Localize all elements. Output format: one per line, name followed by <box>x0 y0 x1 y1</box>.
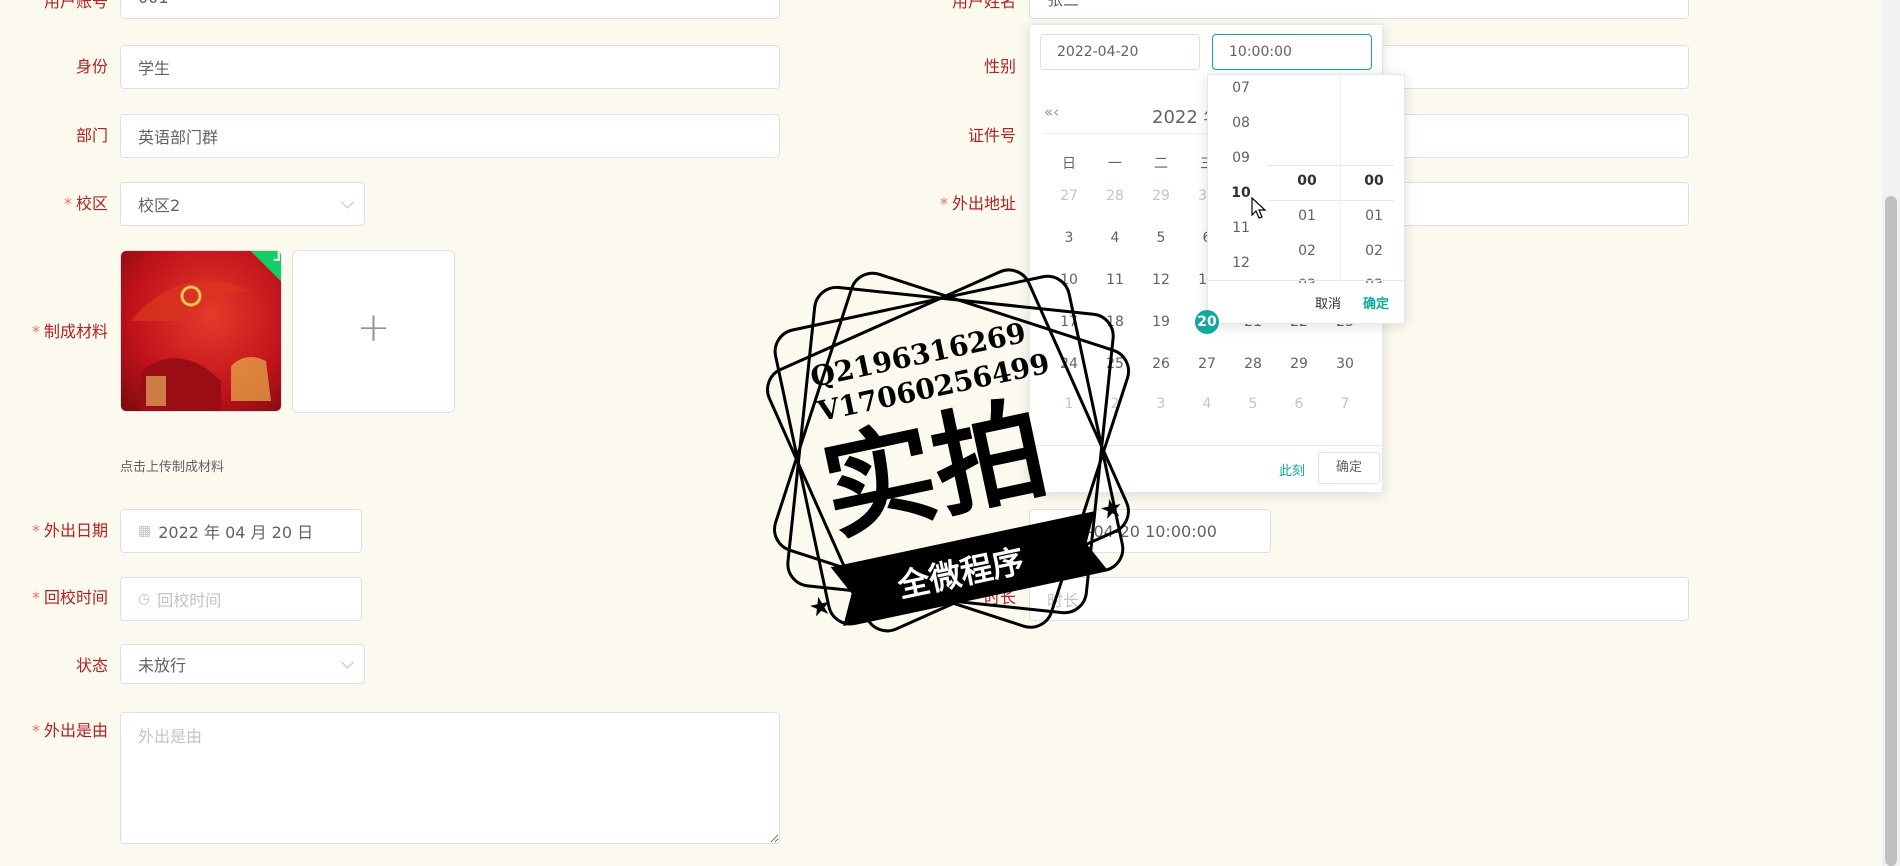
campus-label: * 校区 <box>63 194 108 213</box>
return-time-label: * 回校时间 <box>31 588 108 607</box>
calendar-day[interactable]: 7 <box>1330 391 1360 417</box>
hours-column[interactable]: 07 08 09 10 11 12 <box>1208 75 1274 283</box>
scrollbar-thumb[interactable] <box>1885 196 1897 866</box>
return-time-input[interactable]: ◷ 回校时间 <box>120 577 362 621</box>
name-input[interactable]: 张三 <box>1029 0 1689 19</box>
second-option-selected[interactable]: 00 <box>1341 173 1404 189</box>
picker-confirm-button[interactable]: 确定 <box>1318 452 1380 484</box>
calendar-day-selected[interactable]: 20 <box>1192 309 1222 335</box>
watermark-stamp: Q2196316269 V17060256499 实拍 全微程序 ★ ★ <box>766 268 1131 633</box>
hour-option[interactable]: 12 <box>1208 255 1274 271</box>
chevron-down-icon <box>341 195 354 209</box>
add-material-button[interactable]: + <box>292 250 455 413</box>
calendar-day[interactable]: 27 <box>1054 183 1084 209</box>
hour-option[interactable]: 11 <box>1208 220 1274 236</box>
second-option[interactable]: 01 <box>1341 208 1404 224</box>
department-input[interactable]: 英语部门群 <box>120 114 780 158</box>
calendar-day[interactable]: 27 <box>1192 351 1222 377</box>
calendar-day[interactable]: 28 <box>1238 351 1268 377</box>
material-hint: 点击上传制成材料 <box>120 460 225 475</box>
prev-year-month-arrows[interactable]: «‹ <box>1044 103 1059 121</box>
uploaded-image[interactable] <box>120 250 282 412</box>
campus-select[interactable]: 校区2 <box>120 182 365 226</box>
address-label: * 外出地址 <box>939 194 1016 213</box>
weekday-tue: 二 <box>1154 156 1168 172</box>
minute-option[interactable]: 02 <box>1274 243 1340 259</box>
account-input[interactable]: 001 <box>120 0 780 19</box>
identity-input[interactable]: 学生 <box>120 45 780 89</box>
department-label: 部门 <box>75 126 108 145</box>
account-label: 用户账号 <box>43 0 108 11</box>
second-option[interactable]: 02 <box>1341 243 1404 259</box>
star-icon: ★ <box>806 590 835 624</box>
clock-icon: ◷ <box>138 591 151 607</box>
picker-date-input[interactable]: 2022-04-20 <box>1040 34 1200 70</box>
mouse-cursor-icon <box>1251 197 1267 219</box>
time-confirm-button[interactable]: 确定 <box>1363 293 1389 312</box>
id-number-label: 证件号 <box>967 126 1016 145</box>
calendar-icon: ▦ <box>138 523 152 539</box>
now-button[interactable]: 此刻 <box>1279 460 1305 479</box>
time-panel-footer: 取消 确定 <box>1208 280 1404 323</box>
gender-label: 性别 <box>983 57 1016 76</box>
weekday-mon: 一 <box>1108 156 1122 172</box>
hour-option[interactable]: 07 <box>1208 80 1274 96</box>
hour-option[interactable]: 08 <box>1208 115 1274 131</box>
minute-option-selected[interactable]: 00 <box>1274 173 1340 189</box>
status-select[interactable]: 未放行 <box>120 644 365 684</box>
hour-option[interactable]: 09 <box>1208 150 1274 166</box>
weekday-sun: 日 <box>1062 156 1076 172</box>
time-spinner-panel: 07 08 09 10 11 12 00 01 02 03 00 01 02 0… <box>1207 74 1405 324</box>
minutes-column[interactable]: 00 01 02 03 <box>1274 75 1340 283</box>
scrollbar-track[interactable] <box>1882 0 1900 866</box>
identity-label: 身份 <box>75 57 108 76</box>
name-label: 用户姓名 <box>951 0 1016 11</box>
seconds-column[interactable]: 00 01 02 03 <box>1340 75 1404 283</box>
picker-time-input[interactable]: 10:00:00 <box>1212 34 1372 70</box>
plus-icon: + <box>356 305 391 351</box>
uploaded-image-thumbnail <box>121 251 281 411</box>
minute-option[interactable]: 01 <box>1274 208 1340 224</box>
reason-textarea[interactable] <box>120 712 780 844</box>
check-icon <box>273 251 280 261</box>
out-date-label: * 外出日期 <box>31 521 108 540</box>
calendar-day[interactable]: 5 <box>1238 391 1268 417</box>
time-cancel-button[interactable]: 取消 <box>1315 293 1341 312</box>
calendar-day[interactable]: 29 <box>1284 351 1314 377</box>
calendar-day[interactable]: 4 <box>1192 391 1222 417</box>
reason-label: * 外出是由 <box>31 721 108 740</box>
calendar-day[interactable]: 6 <box>1284 391 1314 417</box>
material-label: * 制成材料 <box>31 322 108 341</box>
calendar-day[interactable]: 28 <box>1100 183 1130 209</box>
calendar-day[interactable]: 30 <box>1330 351 1360 377</box>
status-label: 状态 <box>75 656 108 675</box>
out-date-input[interactable]: ▦ 2022 年 04 月 20 日 <box>120 509 362 553</box>
star-icon: ★ <box>1097 493 1126 527</box>
calendar-day[interactable]: 29 <box>1146 183 1176 209</box>
chevron-down-icon <box>341 655 354 669</box>
